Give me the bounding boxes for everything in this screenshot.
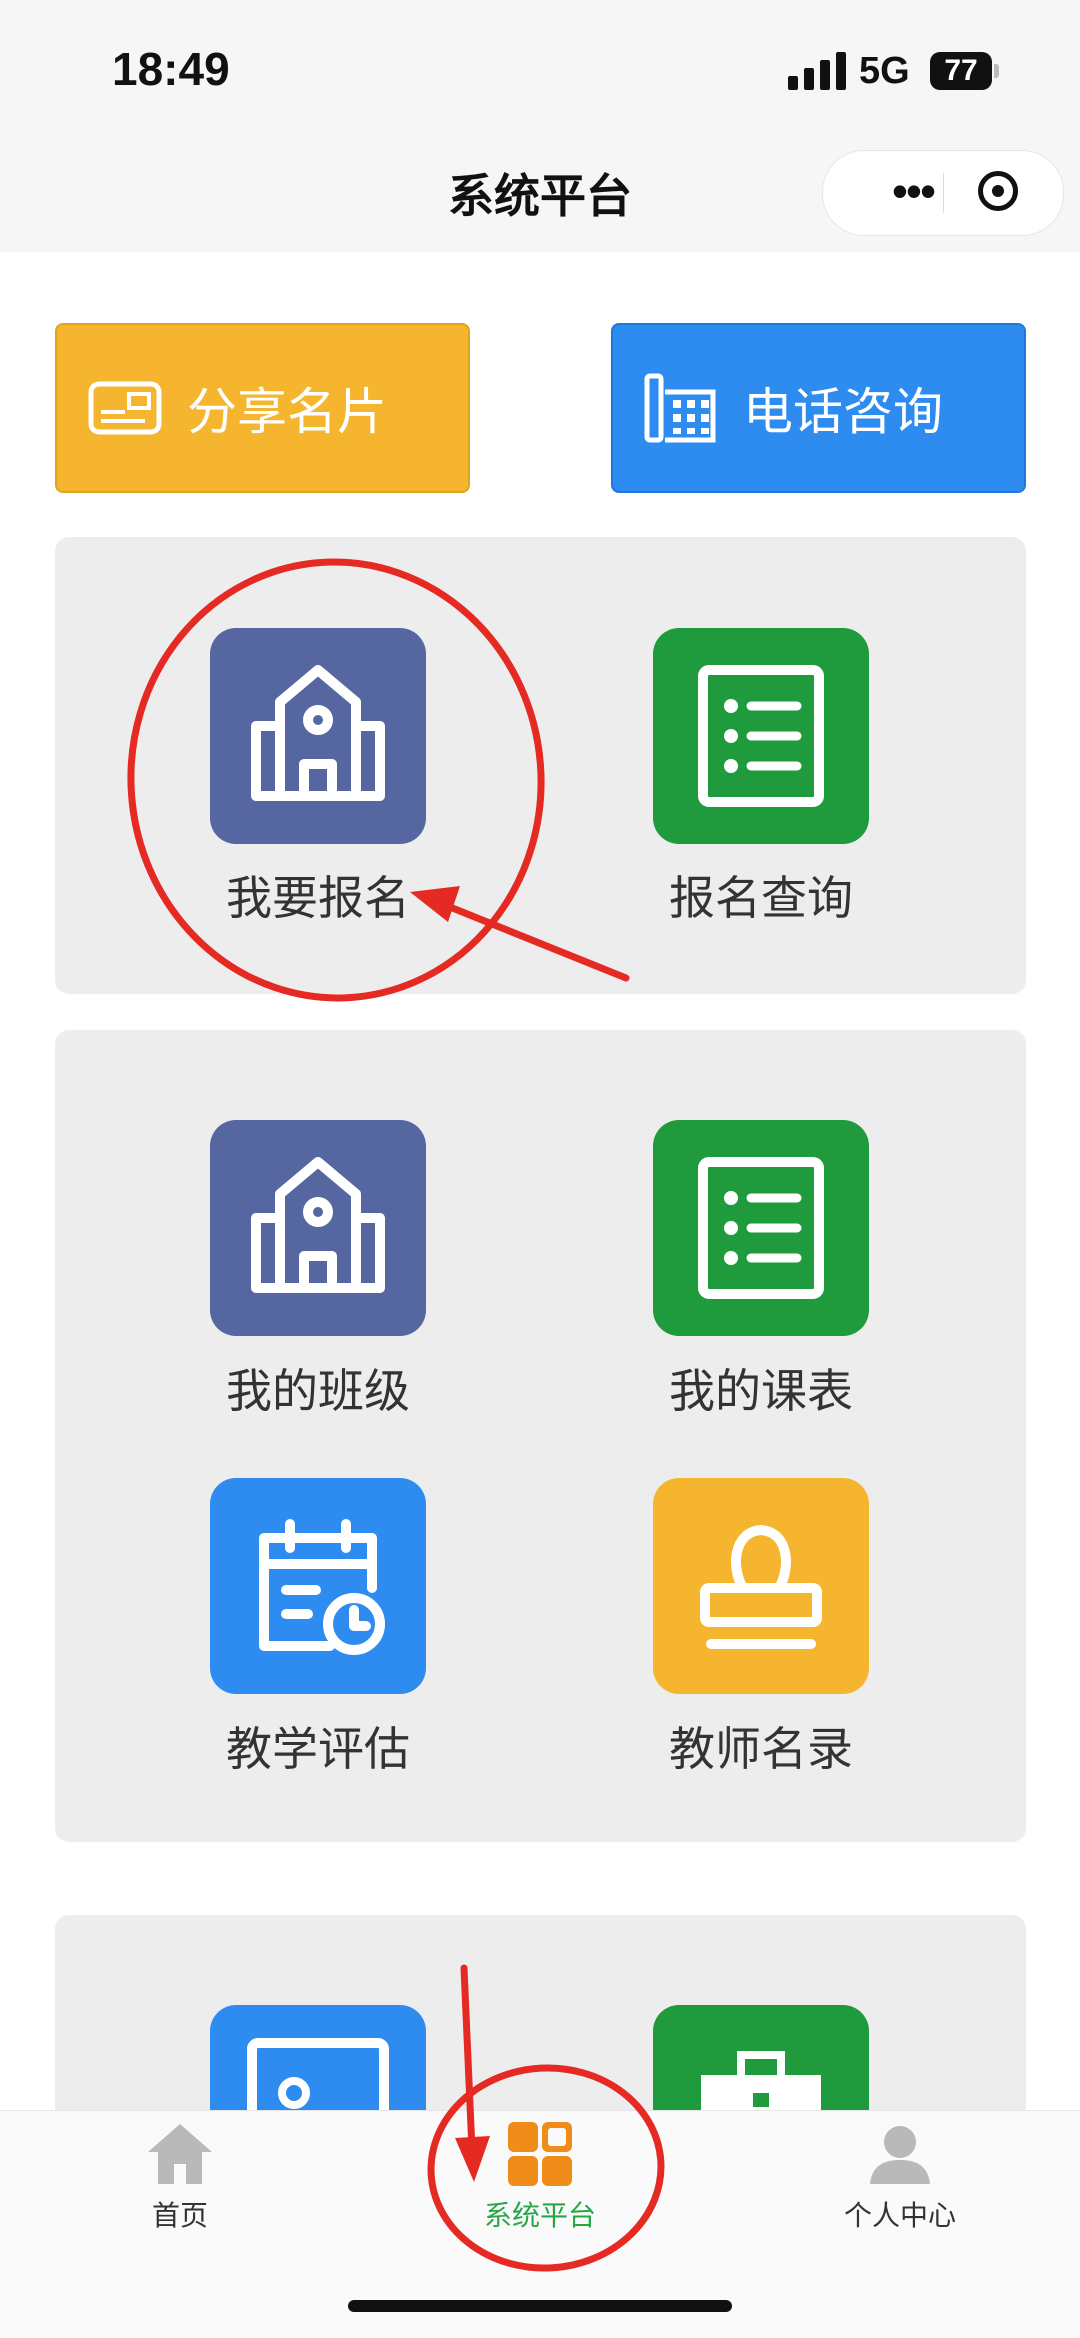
my-class-tile[interactable] [210, 1120, 426, 1336]
network-type: 5G [859, 50, 910, 92]
more-icon[interactable]: ••• [853, 151, 973, 235]
toolbox-icon [701, 2051, 821, 2110]
battery-level: 77 [930, 52, 992, 90]
evaluation-label: 教学评估 [226, 1723, 410, 1775]
share-card-label: 分享名片 [187, 384, 387, 440]
person-icon [870, 2126, 930, 2184]
teachers-label: 教师名录 [669, 1723, 853, 1775]
tab-home[interactable]: 首页 [60, 2118, 300, 2234]
office-phone-icon [644, 373, 716, 443]
home-icon [148, 2124, 212, 2184]
teachers-tile[interactable] [653, 1478, 869, 1694]
share-card-button[interactable]: 分享名片 [55, 323, 470, 493]
phone-consult-label: 电话咨询 [743, 384, 943, 440]
enroll-tile[interactable] [210, 628, 426, 844]
close-mini-program-icon[interactable] [978, 171, 1018, 211]
grid-apps-icon [508, 2122, 572, 2186]
tab-profile[interactable]: 个人中心 [780, 2118, 1020, 2234]
status-time: 18:49 [112, 43, 230, 95]
list-icon [698, 1157, 824, 1299]
evaluation-tile[interactable] [210, 1478, 426, 1694]
list-icon [698, 665, 824, 807]
toolbox-tile[interactable] [653, 2005, 869, 2110]
school-building-icon [251, 1157, 385, 1293]
tab-profile-label: 个人中心 [843, 2200, 956, 2231]
business-card-icon [88, 381, 162, 435]
stamp-icon [700, 1525, 822, 1649]
enroll-query-label: 报名查询 [669, 872, 853, 924]
calendar-clock-icon [259, 1519, 385, 1655]
school-building-icon [251, 665, 385, 801]
enroll-query-tile[interactable] [653, 628, 869, 844]
home-indicator [348, 2300, 732, 2312]
enroll-label: 我要报名 [226, 872, 410, 924]
tab-system-platform-label: 系统平台 [483, 2200, 596, 2231]
phone-consult-button[interactable]: 电话咨询 [611, 323, 1026, 493]
id-card-tile[interactable] [210, 2005, 426, 2110]
my-schedule-label: 我的课表 [669, 1365, 853, 1417]
my-schedule-tile[interactable] [653, 1120, 869, 1336]
signal-icon [788, 52, 846, 90]
tab-home-label: 首页 [151, 2200, 208, 2231]
mini-program-capsule: ••• [822, 150, 1064, 236]
tab-system-platform[interactable]: 系统平台 [420, 2118, 660, 2234]
my-class-label: 我的班级 [226, 1365, 410, 1417]
battery-icon: 77 [930, 52, 1000, 90]
id-card-icon [247, 2038, 389, 2110]
